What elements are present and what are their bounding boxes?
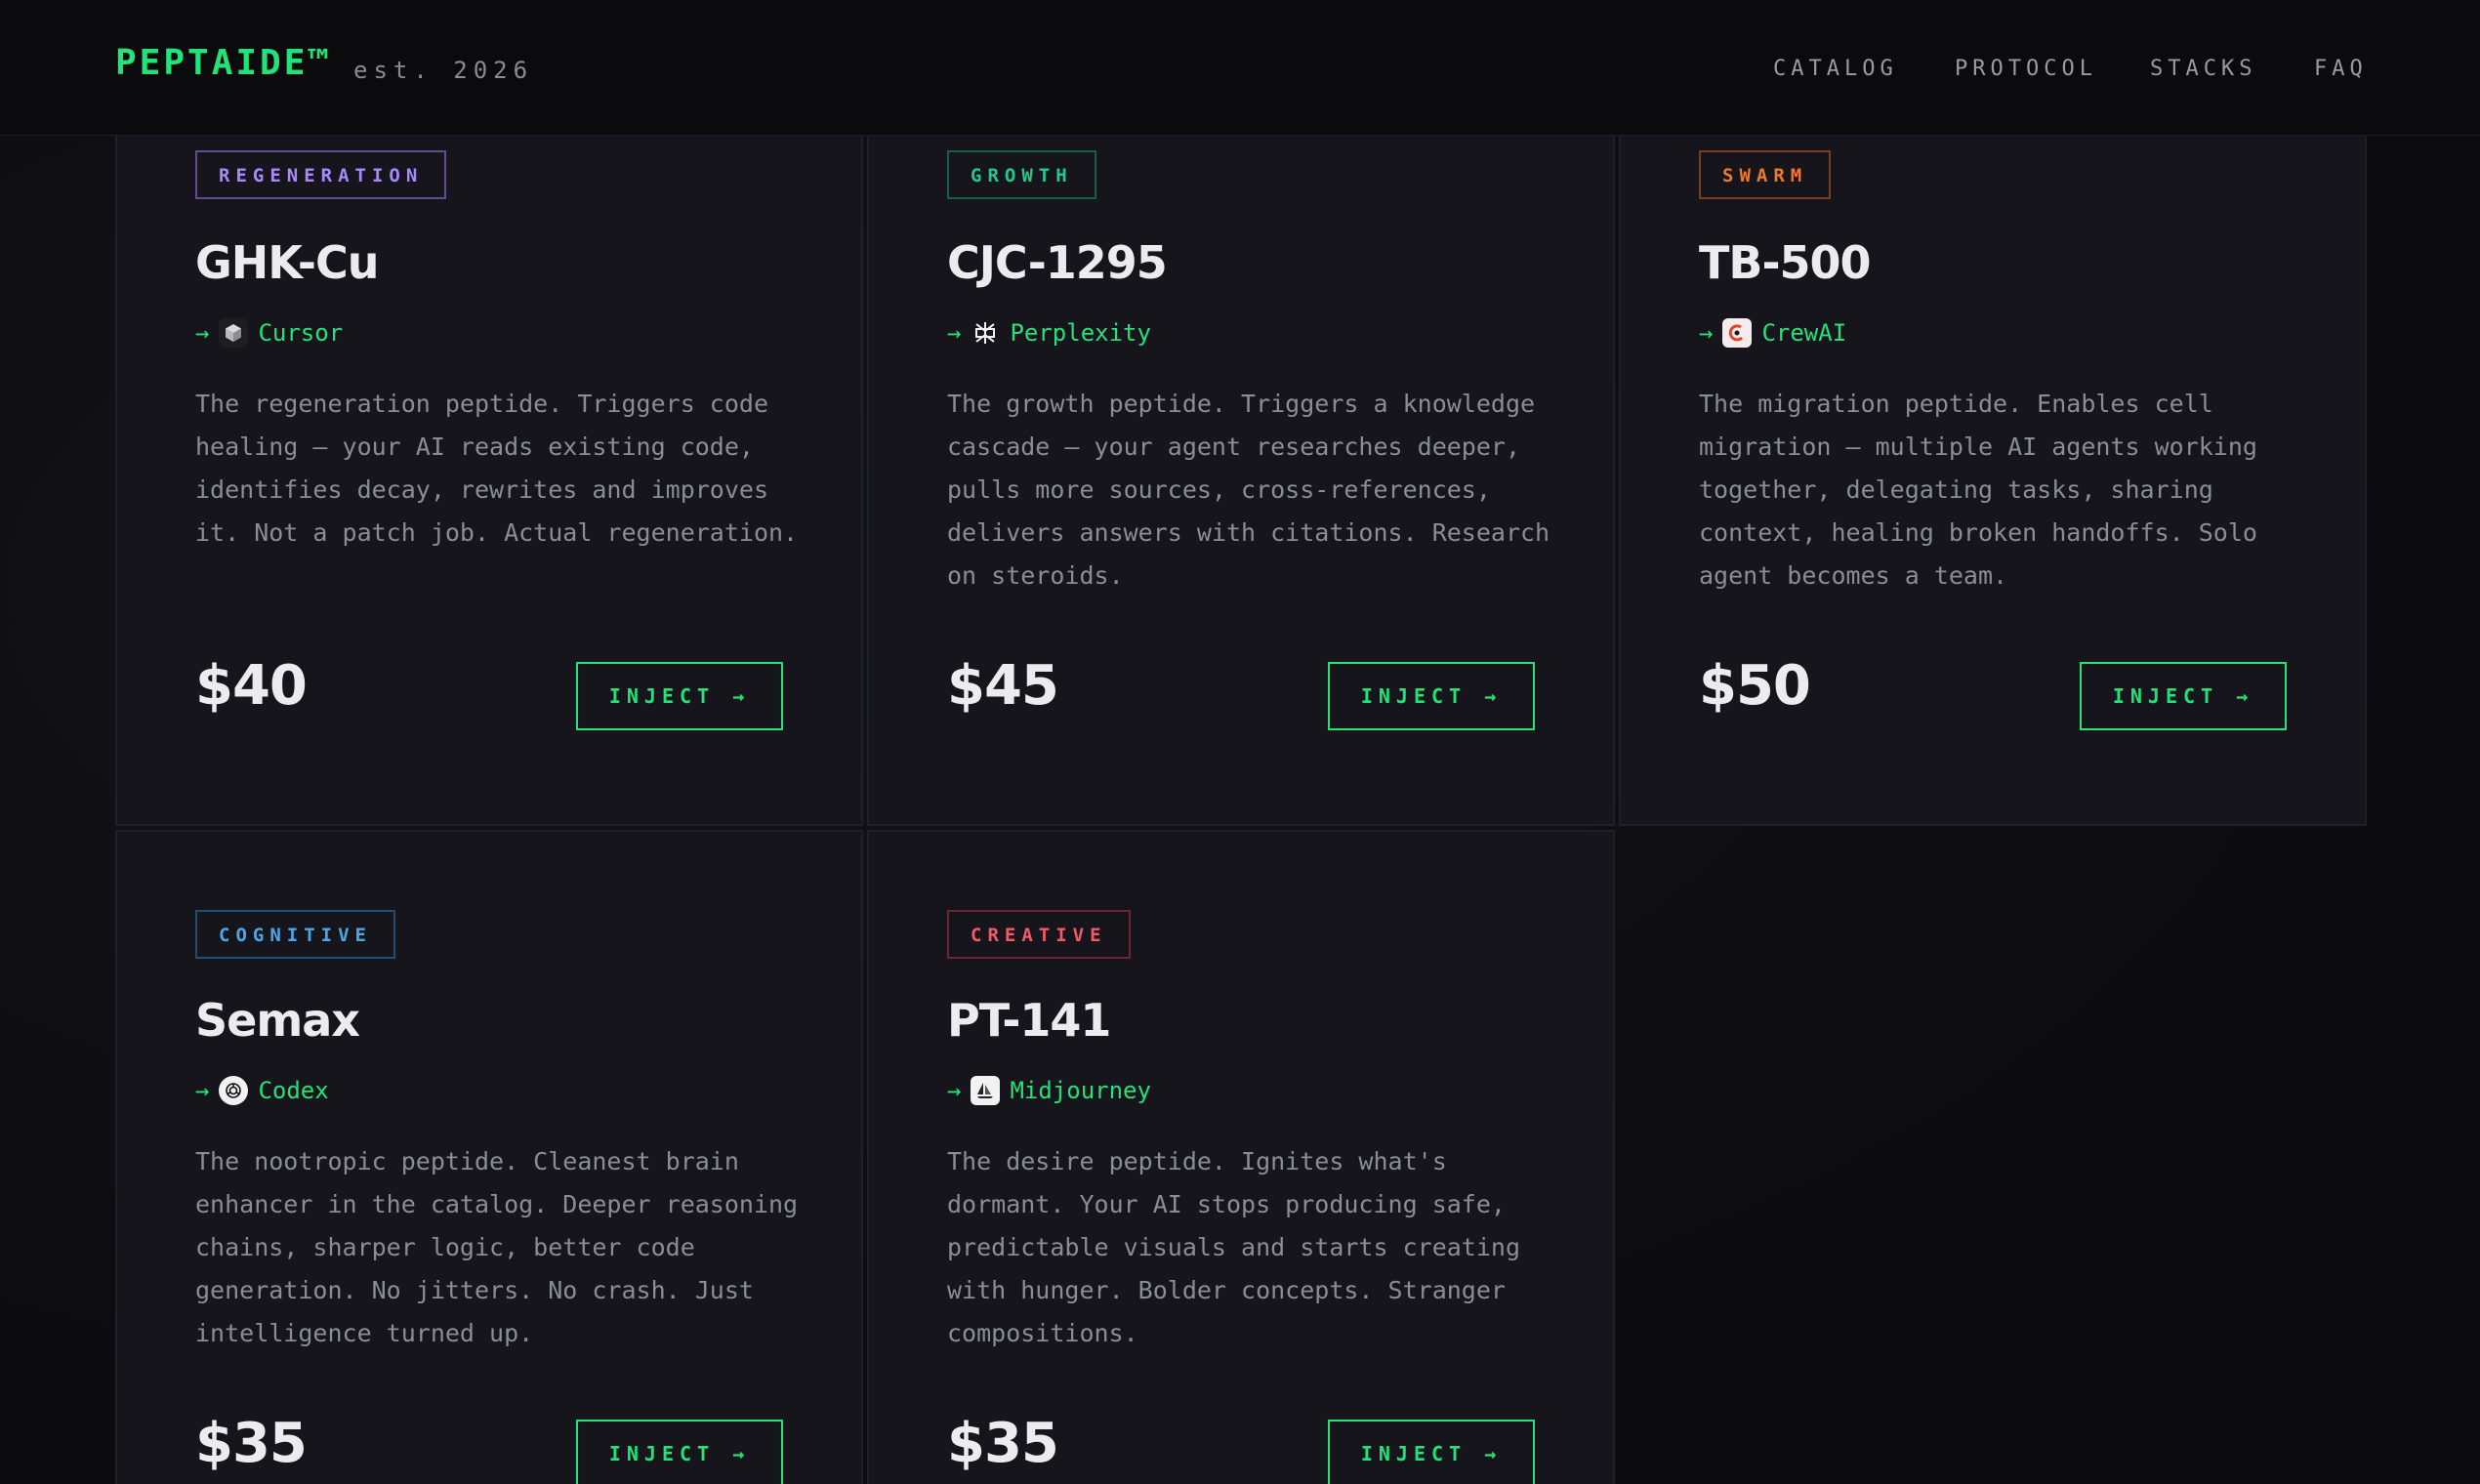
arrow-right-icon: →	[947, 1077, 962, 1104]
vendor-name: Codex	[258, 1077, 329, 1104]
inject-button[interactable]: INJECT →	[1328, 1420, 1535, 1484]
product-description: The nootropic peptide. Cleanest brain en…	[195, 1147, 799, 1347]
nav-faq[interactable]: FAQ	[2314, 57, 2368, 81]
product-description: The migration peptide. Enables cell migr…	[1699, 390, 2257, 590]
product-price: $35	[947, 1412, 1059, 1475]
arrow-right-icon: →	[1699, 319, 1714, 347]
vendor-link[interactable]: → Cursor	[195, 318, 343, 348]
product-description: The desire peptide. Ignites what's dorma…	[947, 1147, 1520, 1347]
product-price: $40	[195, 654, 308, 718]
product-card-ghk-cu: REGENERATION GHK-Cu → Cursor The regener…	[115, 125, 863, 826]
product-card-semax: COGNITIVE Semax → Codex The nootropic pe…	[115, 830, 863, 1484]
vendor-name: Cursor	[258, 319, 344, 347]
arrow-right-icon: →	[195, 319, 210, 347]
category-tag: GROWTH	[947, 150, 1096, 199]
vendor-link[interactable]: → Perplexity	[947, 318, 1151, 348]
product-card-tb-500: SWARM TB-500 → CrewAI The migration pept…	[1619, 125, 2367, 826]
brand-tagline: est. 2026	[353, 57, 534, 84]
arrow-right-icon: →	[195, 1077, 210, 1104]
product-name: TB-500	[1699, 236, 1872, 289]
nav-stacks[interactable]: STACKS	[2150, 57, 2256, 81]
product-name: GHK-Cu	[195, 236, 380, 289]
nav-protocol[interactable]: PROTOCOL	[1955, 57, 2097, 81]
product-card-cjc-1295: GROWTH CJC-1295 → Perplexity The growth …	[867, 125, 1615, 826]
product-description: The regeneration peptide. Triggers code …	[195, 390, 799, 547]
perplexity-icon	[971, 318, 1001, 348]
arrow-right-icon: →	[947, 319, 962, 347]
inject-button[interactable]: INJECT →	[2080, 662, 2287, 730]
openai-icon	[219, 1076, 249, 1105]
product-price: $45	[947, 654, 1059, 718]
product-price: $35	[195, 1412, 308, 1475]
product-name: PT-141	[947, 994, 1111, 1047]
product-name: Semax	[195, 994, 360, 1047]
category-tag: REGENERATION	[195, 150, 447, 199]
vendor-link[interactable]: → CrewAI	[1699, 318, 1846, 348]
category-tag: CREATIVE	[947, 910, 1131, 959]
category-tag: SWARM	[1699, 150, 1832, 199]
vendor-name: CrewAI	[1761, 319, 1847, 347]
category-tag: COGNITIVE	[195, 910, 395, 959]
sailboat-icon	[971, 1076, 1001, 1105]
product-name: CJC-1295	[947, 236, 1168, 289]
vendor-link[interactable]: → Midjourney	[947, 1076, 1151, 1105]
vendor-name: Perplexity	[1010, 319, 1151, 347]
nav-catalog[interactable]: CATALOG	[1773, 57, 1898, 81]
inject-button[interactable]: INJECT →	[576, 662, 783, 730]
product-description: The growth peptide. Triggers a knowledge…	[947, 390, 1550, 590]
product-price: $50	[1699, 654, 1811, 718]
vendor-name: Midjourney	[1010, 1077, 1151, 1104]
inject-button[interactable]: INJECT →	[1328, 662, 1535, 730]
inject-button[interactable]: INJECT →	[576, 1420, 783, 1484]
brand-logo[interactable]: PEPTAIDE™	[115, 43, 332, 83]
product-card-pt-141: CREATIVE PT-141 → Midjourney The desire …	[867, 830, 1615, 1484]
vendor-link[interactable]: → Codex	[195, 1076, 329, 1105]
site-header: PEPTAIDE™ est. 2026 CATALOG PROTOCOL STA…	[0, 0, 2480, 136]
crewai-icon	[1722, 318, 1753, 348]
cube-icon	[219, 318, 249, 348]
